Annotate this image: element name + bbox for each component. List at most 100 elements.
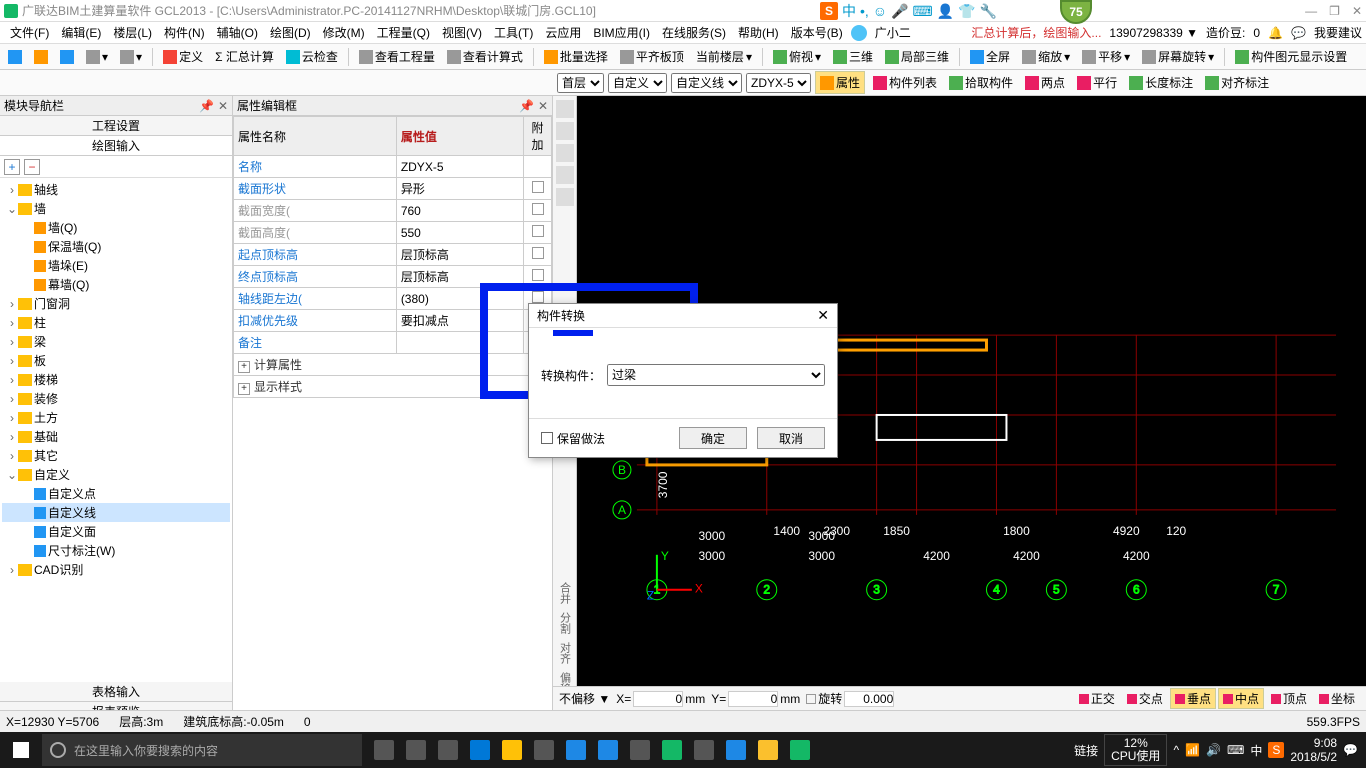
tray-ime[interactable]: 中 xyxy=(1250,742,1262,759)
tray-up-icon[interactable]: ^ xyxy=(1173,743,1179,757)
two-point-button[interactable]: 两点 xyxy=(1021,72,1069,93)
taskbar-app-6[interactable] xyxy=(722,736,750,764)
snap-ortho[interactable]: 正交 xyxy=(1074,688,1120,709)
tree-item[interactable]: ›板 xyxy=(2,351,230,370)
undo-button[interactable]: ▾ xyxy=(82,48,112,66)
redo-button[interactable]: ▾ xyxy=(116,48,146,66)
align-label[interactable]: 对齐 xyxy=(557,642,573,664)
category-select[interactable]: 自定义 xyxy=(608,73,667,93)
taskbar-folder[interactable] xyxy=(498,736,526,764)
parallel-button[interactable]: 平行 xyxy=(1073,72,1121,93)
keep-method-checkbox[interactable] xyxy=(541,432,553,444)
menu-component[interactable]: 构件(N) xyxy=(158,24,211,41)
close-button[interactable]: ✕ xyxy=(1352,4,1362,18)
type-select[interactable]: 自定义线 xyxy=(671,73,742,93)
menu-version[interactable]: 版本号(B) xyxy=(785,24,849,41)
menu-view[interactable]: 视图(V) xyxy=(436,24,488,41)
local-3d-button[interactable]: 局部三维 xyxy=(881,46,953,67)
view-quantity-button[interactable]: 查看工程量 xyxy=(355,46,439,67)
top-view-button[interactable]: 俯视▾ xyxy=(769,46,825,67)
expand-row[interactable]: +显示样式 xyxy=(234,376,552,398)
pin-icon[interactable]: 📌 xyxy=(199,99,214,113)
snap-vertex[interactable]: 顶点 xyxy=(1266,688,1312,709)
ime-keyboard-icon[interactable]: ⌨ xyxy=(913,3,933,20)
search-box[interactable]: 在这里输入你要搜索的内容 xyxy=(42,734,362,766)
menu-online[interactable]: 在线服务(S) xyxy=(656,24,732,41)
snap-perp[interactable]: 垂点 xyxy=(1170,688,1216,709)
tree-item[interactable]: ›门窗洞 xyxy=(2,294,230,313)
offset-mode[interactable]: 不偏移 ▼ xyxy=(559,690,610,707)
dialog-close-icon[interactable]: ✕ xyxy=(817,307,829,324)
convert-select[interactable]: 过梁 xyxy=(607,364,825,386)
tray-volume-icon[interactable]: 🔊 xyxy=(1206,743,1221,757)
new-button[interactable] xyxy=(4,48,26,66)
property-button[interactable]: 属性 xyxy=(815,71,865,94)
save-button[interactable] xyxy=(56,48,78,66)
taskbar-app-3[interactable] xyxy=(626,736,654,764)
taskbar-app-2[interactable] xyxy=(434,736,462,764)
sum-calc-button[interactable]: Σ 汇总计算 xyxy=(211,46,278,67)
tree-item[interactable]: 墙垛(E) xyxy=(2,256,230,275)
snap-intersect[interactable]: 交点 xyxy=(1122,688,1168,709)
component-tree[interactable]: ›轴线⌄墙墙(Q)保温墙(Q)墙垛(E)幕墙(Q)›门窗洞›柱›梁›板›楼梯›装… xyxy=(0,178,232,682)
prop-checkbox[interactable] xyxy=(532,203,544,215)
tree-item[interactable]: ⌄墙 xyxy=(2,199,230,218)
tree-item[interactable]: ›轴线 xyxy=(2,180,230,199)
tray-clock[interactable]: 9:082018/5/2 xyxy=(1290,736,1337,765)
menu-draw[interactable]: 绘图(D) xyxy=(264,24,317,41)
ime-tool-icon[interactable]: 🔧 xyxy=(980,3,997,20)
tree-item[interactable]: 自定义面 xyxy=(2,522,230,541)
floor-select[interactable]: 首层 xyxy=(557,73,604,93)
view-formula-button[interactable]: 查看计算式 xyxy=(443,46,527,67)
bell-icon[interactable]: 🔔 xyxy=(1268,26,1283,40)
menu-modify[interactable]: 修改(M) xyxy=(317,24,371,41)
pick-component-button[interactable]: 拾取构件 xyxy=(945,72,1017,93)
define-button[interactable]: 定义 xyxy=(159,46,207,67)
prop-value[interactable]: (380) xyxy=(396,288,523,310)
snap-mid[interactable]: 中点 xyxy=(1218,688,1264,709)
expand-all-button[interactable]: + xyxy=(4,159,20,175)
display-settings-button[interactable]: 构件图元显示设置 xyxy=(1231,46,1351,67)
prop-value[interactable]: ZDYX-5 xyxy=(396,156,523,178)
chat-icon[interactable]: 💬 xyxy=(1291,26,1306,40)
menu-quantity[interactable]: 工程量(Q) xyxy=(371,24,436,41)
taskbar-edge2[interactable] xyxy=(562,736,590,764)
prop-checkbox[interactable] xyxy=(532,181,544,193)
ime-emoji-icon[interactable]: ☺ xyxy=(873,3,887,19)
tree-item[interactable]: 幕墙(Q) xyxy=(2,275,230,294)
prop-value[interactable]: 550 xyxy=(396,222,523,244)
ime-punct-icon[interactable]: •, xyxy=(860,3,869,19)
menu-cloud[interactable]: 云应用 xyxy=(539,24,587,41)
snap-coord[interactable]: 坐标 xyxy=(1314,688,1360,709)
vtool-1[interactable] xyxy=(556,100,574,118)
prop-checkbox[interactable] xyxy=(532,225,544,237)
menu-help[interactable]: 帮助(H) xyxy=(732,24,785,41)
start-button[interactable] xyxy=(0,732,42,768)
component-list-button[interactable]: 构件列表 xyxy=(869,72,941,93)
tree-item[interactable]: ›CAD识别 xyxy=(2,560,230,579)
prop-value[interactable] xyxy=(396,332,523,354)
task-view-icon[interactable] xyxy=(370,736,398,764)
batch-select-button[interactable]: 批量选择 xyxy=(540,46,612,67)
vtool-2[interactable] xyxy=(556,122,574,140)
tray-keyboard-icon[interactable]: ⌨ xyxy=(1227,743,1244,757)
tree-item[interactable]: ›装修 xyxy=(2,389,230,408)
tree-item[interactable]: ›土方 xyxy=(2,408,230,427)
tray-network-icon[interactable]: 📶 xyxy=(1185,743,1200,757)
cancel-button[interactable]: 取消 xyxy=(757,427,825,449)
phone-number[interactable]: 13907298339 ▼ xyxy=(1109,26,1198,40)
menu-floor[interactable]: 楼层(L) xyxy=(107,24,158,41)
prop-checkbox[interactable] xyxy=(532,247,544,259)
ime-user-icon[interactable]: 👤 xyxy=(937,3,954,20)
vtool-4[interactable] xyxy=(556,166,574,184)
prop-value[interactable]: 层顶标高 xyxy=(396,244,523,266)
y-input[interactable] xyxy=(728,691,778,707)
cpu-monitor[interactable]: 12%CPU使用 xyxy=(1104,734,1167,766)
prop-value[interactable]: 760 xyxy=(396,200,523,222)
tray-sogou-icon[interactable]: S xyxy=(1268,742,1284,758)
prop-checkbox[interactable] xyxy=(532,269,544,281)
tab-table-input[interactable]: 表格输入 xyxy=(0,682,232,702)
length-dim-button[interactable]: 长度标注 xyxy=(1125,72,1197,93)
menu-edit[interactable]: 编辑(E) xyxy=(55,24,107,41)
menu-bim[interactable]: BIM应用(I) xyxy=(587,24,656,41)
